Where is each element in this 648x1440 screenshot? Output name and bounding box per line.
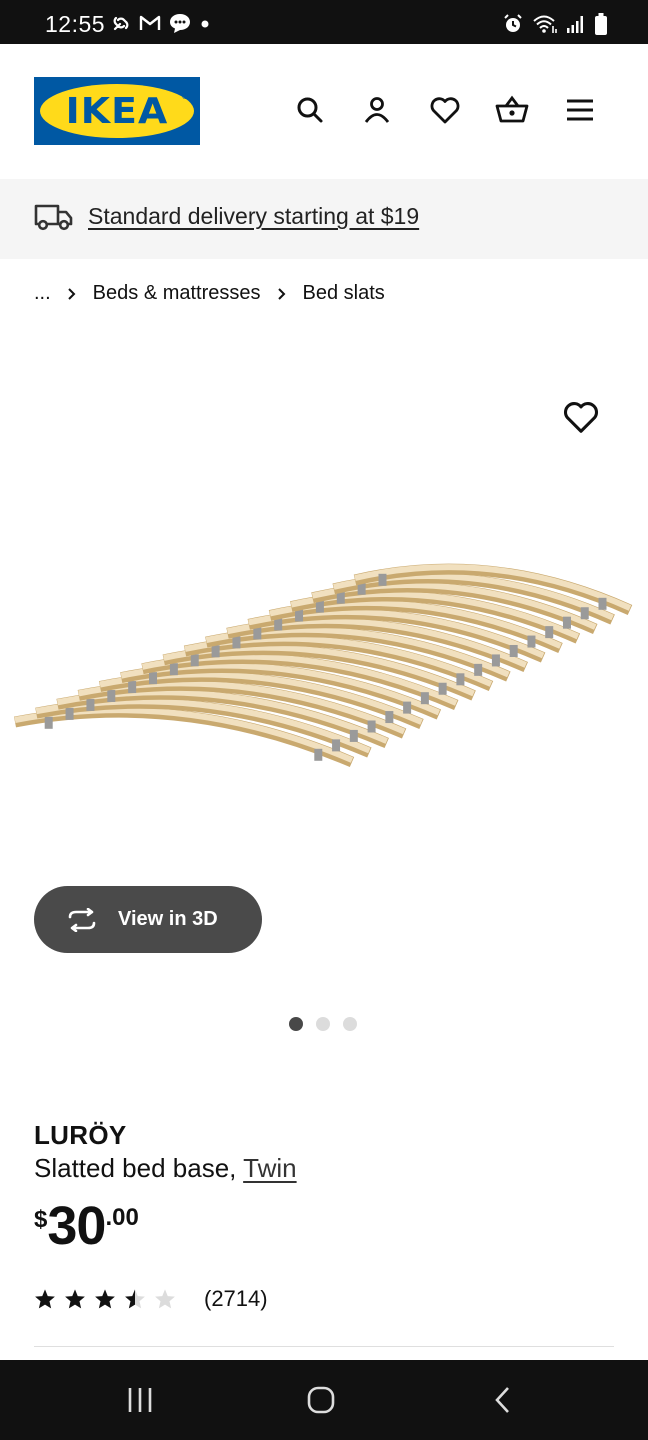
carousel-dots (289, 1017, 357, 1031)
delivery-link[interactable]: Standard delivery starting at $19 (88, 203, 419, 230)
breadcrumb-beds-mattresses[interactable]: Beds & mattresses (93, 282, 261, 305)
price-decimal: .00 (105, 1204, 139, 1231)
signal-icon (566, 13, 586, 35)
carousel-dot-1[interactable] (289, 1017, 303, 1031)
gmail-icon (138, 12, 162, 34)
home-icon[interactable] (281, 1360, 361, 1440)
link-icon (110, 12, 132, 34)
status-right-icons (502, 12, 608, 36)
breadcrumb-bed-slats[interactable]: Bed slats (303, 282, 385, 305)
registered-mark: ® (182, 92, 188, 101)
price-currency: $ (34, 1206, 48, 1233)
heart-icon[interactable] (425, 90, 465, 130)
product-type: Slatted bed base, (34, 1153, 244, 1183)
product-rating[interactable]: (2714) (34, 1286, 268, 1312)
divider (34, 1346, 614, 1347)
delivery-banner: Standard delivery starting at $19 (0, 179, 648, 259)
carousel-dot-2[interactable] (316, 1017, 330, 1031)
dot-icon (198, 12, 212, 34)
chevron-right-icon (277, 287, 287, 301)
alarm-icon (502, 13, 524, 35)
wifi-icon (532, 13, 558, 35)
menu-icon[interactable] (560, 90, 600, 130)
star-icon (65, 1289, 85, 1309)
chevron-right-icon (67, 287, 77, 301)
account-icon[interactable] (357, 90, 397, 130)
ikea-logo[interactable]: IKEA ® (34, 77, 200, 145)
basket-icon[interactable] (492, 90, 532, 130)
carousel-dot-3[interactable] (343, 1017, 357, 1031)
header: IKEA ® (0, 44, 648, 179)
android-nav-bar (0, 1360, 648, 1440)
product-variant-link[interactable]: Twin (243, 1153, 296, 1183)
star-half-icon (125, 1289, 145, 1309)
chat-icon (168, 12, 192, 34)
rotate-3d-icon (68, 907, 96, 932)
product-name: LURÖY (34, 1120, 127, 1150)
rating-count: (2714) (204, 1286, 268, 1311)
status-left-icons (110, 12, 212, 34)
view-in-3d-button[interactable]: View in 3D (34, 886, 262, 953)
search-icon[interactable] (290, 90, 330, 130)
logo-text: IKEA (65, 90, 169, 132)
price-integer: 30 (47, 1196, 106, 1256)
breadcrumb: ... Beds & mattresses Bed slats (34, 282, 385, 305)
battery-icon (594, 12, 608, 36)
view-in-3d-label: View in 3D (118, 908, 218, 930)
breadcrumb-ellipsis[interactable]: ... (34, 282, 51, 305)
truck-icon (34, 201, 74, 238)
star-icon (95, 1289, 115, 1309)
status-bar: 12:55 (0, 0, 648, 44)
product-description: Slatted bed base, Twin (34, 1153, 297, 1184)
status-time: 12:55 (45, 11, 106, 37)
star-icon (35, 1289, 55, 1309)
back-icon[interactable] (464, 1360, 544, 1440)
star-empty-icon (155, 1289, 175, 1309)
favourite-heart-icon[interactable] (562, 399, 600, 435)
product-price: $ 30 .00 (34, 1196, 139, 1256)
recents-icon[interactable] (100, 1360, 180, 1440)
